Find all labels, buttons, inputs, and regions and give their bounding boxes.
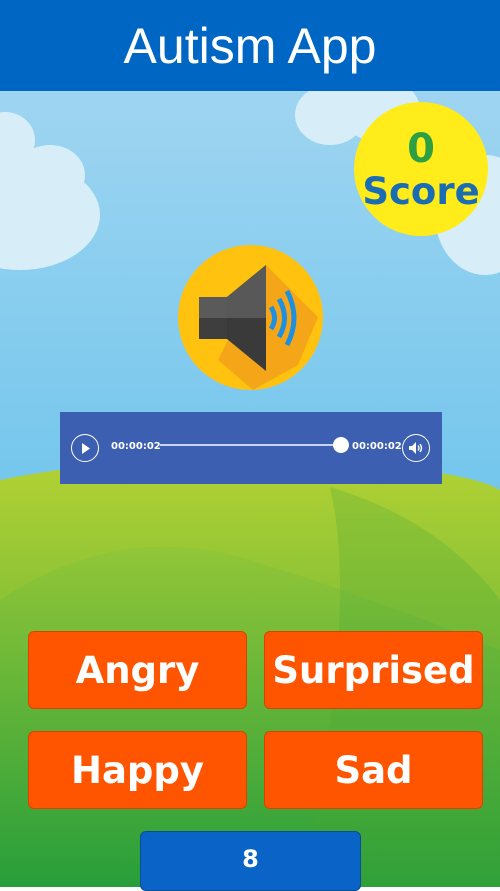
answer-happy-button[interactable]: Happy	[28, 731, 247, 809]
volume-button[interactable]	[402, 434, 430, 462]
score-label: Score	[362, 169, 480, 213]
answer-surprised-button[interactable]: Surprised	[264, 631, 483, 709]
answer-sad-button[interactable]: Sad	[264, 731, 483, 809]
score-value: 0	[407, 125, 435, 172]
question-counter: 8	[140, 831, 361, 891]
app-title: Autism App	[123, 17, 377, 74]
answer-angry-button[interactable]: Angry	[28, 631, 247, 709]
play-button[interactable]	[71, 434, 99, 462]
play-icon	[82, 442, 90, 454]
seek-handle[interactable]	[333, 437, 349, 453]
current-time: 00:00:02	[111, 441, 161, 452]
audio-player: 00:00:02 00:00:02	[60, 412, 442, 484]
score-badge: 0 Score	[354, 102, 488, 236]
speaker-icon[interactable]	[178, 245, 323, 390]
app-header: Autism App	[0, 0, 500, 91]
duration-time: 00:00:02	[352, 441, 402, 452]
volume-icon	[409, 442, 423, 454]
seek-track[interactable]	[160, 444, 342, 446]
